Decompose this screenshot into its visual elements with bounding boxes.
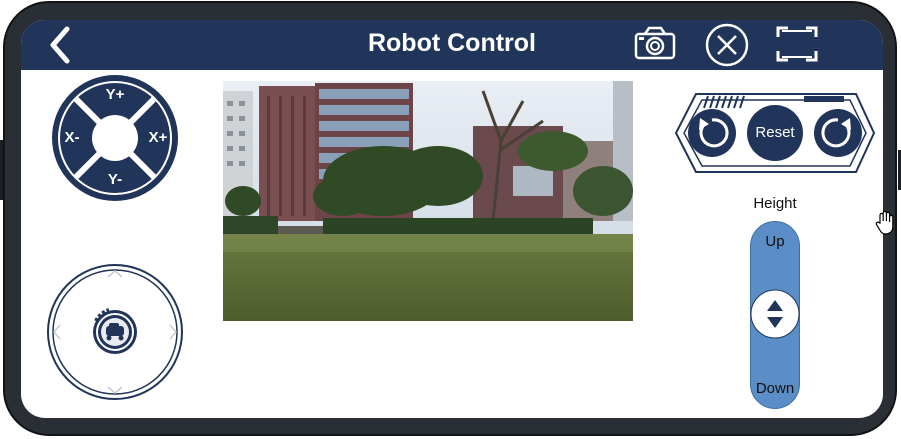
camera-button[interactable] <box>633 24 677 64</box>
fullscreen-button[interactable] <box>775 24 819 64</box>
rotate-right-button[interactable] <box>813 108 863 158</box>
hand-cursor-icon <box>874 210 898 236</box>
camera-feed <box>223 81 633 321</box>
close-button[interactable] <box>704 22 750 68</box>
rotation-control <box>674 90 876 176</box>
side-button-left <box>0 140 3 200</box>
chevron-left-icon <box>50 26 70 64</box>
height-label: Height <box>753 195 797 212</box>
height-slider[interactable]: Up Down <box>750 221 800 409</box>
back-button[interactable] <box>43 23 79 67</box>
fullscreen-icon <box>776 26 818 62</box>
joystick[interactable] <box>46 263 184 401</box>
camera-feed-image <box>223 81 633 321</box>
direction-pad: Y+ Y- X- X+ <box>50 73 180 203</box>
height-down-label[interactable]: Down <box>751 380 799 397</box>
app-screen: Robot Control Y+ Y- X- X+ Reset Height U… <box>21 20 883 418</box>
camera-icon <box>634 26 676 60</box>
rotate-counterclockwise-icon <box>688 109 736 157</box>
rotate-clockwise-icon <box>814 109 862 157</box>
page-title: Robot Control <box>367 29 536 57</box>
rotate-left-button[interactable] <box>687 108 737 158</box>
up-down-arrows-icon <box>750 289 800 339</box>
joystick-graphic <box>47 264 183 400</box>
close-circle-icon <box>705 23 749 67</box>
height-slider-thumb[interactable] <box>750 289 800 339</box>
header-bar: Robot Control <box>21 20 883 70</box>
direction-pad-graphic <box>52 75 178 201</box>
height-up-label[interactable]: Up <box>751 233 799 250</box>
